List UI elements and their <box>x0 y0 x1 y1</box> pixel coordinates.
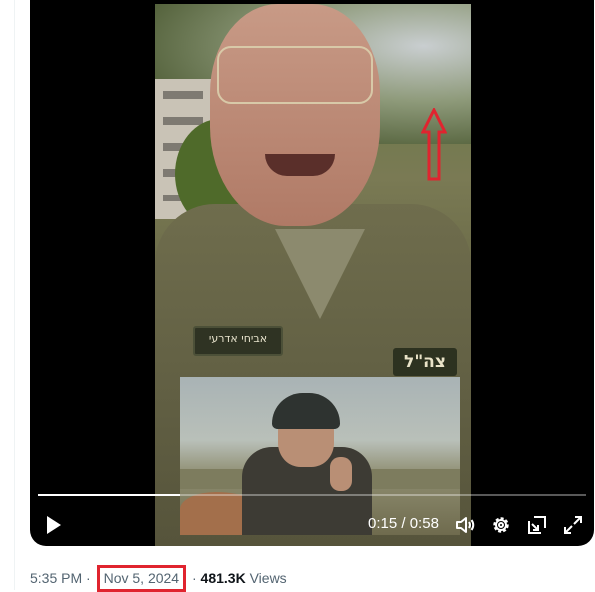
settings-button[interactable] <box>490 514 512 536</box>
current-time: 0:15 <box>368 515 398 532</box>
annotation-arrow-icon <box>421 108 447 181</box>
volume-button[interactable] <box>454 514 476 536</box>
popout-button[interactable] <box>526 514 548 536</box>
settings-icon <box>493 517 509 533</box>
name-tag: אביחי אדרעי <box>193 326 283 356</box>
meta-separator: · <box>86 570 91 586</box>
post-date-highlight: Nov 5, 2024 <box>96 565 187 592</box>
play-button[interactable] <box>42 514 64 536</box>
timeline-divider <box>14 0 15 590</box>
inset-video-clip <box>180 377 460 535</box>
fullscreen-button[interactable] <box>562 514 584 536</box>
views-count[interactable]: 481.3K <box>201 570 246 586</box>
duration: 0:58 <box>409 515 439 532</box>
meta-separator: · <box>191 570 197 586</box>
smile <box>265 154 335 176</box>
progress-fill <box>38 494 181 496</box>
inset-soldier-hand <box>330 457 352 491</box>
progress-bar[interactable] <box>38 494 586 496</box>
views-label: Views <box>249 570 287 586</box>
video-player[interactable]: אביחי אדרעי צה"ל 0:15 / 0:58 <box>30 0 594 546</box>
post-date[interactable]: Nov 5, 2024 <box>104 570 180 586</box>
time-separator: / <box>401 515 406 532</box>
time-display: 0:15 / 0:58 <box>368 515 439 532</box>
speaker-face <box>210 4 380 226</box>
play-icon <box>47 516 61 534</box>
post-meta: 5:35 PM · Nov 5, 2024 · 481.3K Views <box>30 565 287 592</box>
post-time[interactable]: 5:35 PM <box>30 570 82 586</box>
popout-icon <box>528 516 546 534</box>
glasses <box>217 46 373 104</box>
inset-helmet <box>272 393 340 429</box>
unit-tag: צה"ל <box>393 348 457 376</box>
volume-icon <box>456 517 475 533</box>
fullscreen-icon <box>564 516 582 534</box>
